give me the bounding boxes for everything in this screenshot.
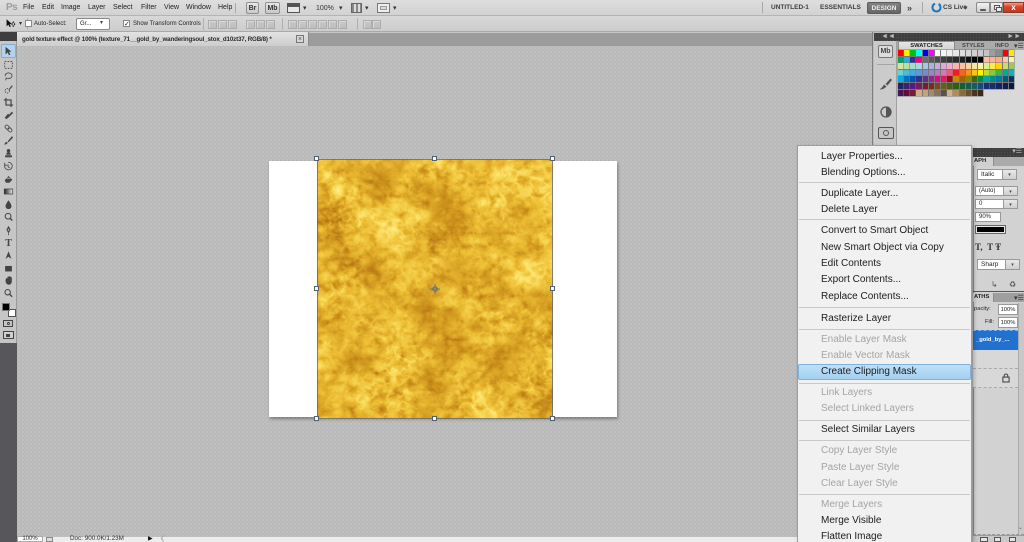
svg-text:T: T	[5, 238, 12, 248]
